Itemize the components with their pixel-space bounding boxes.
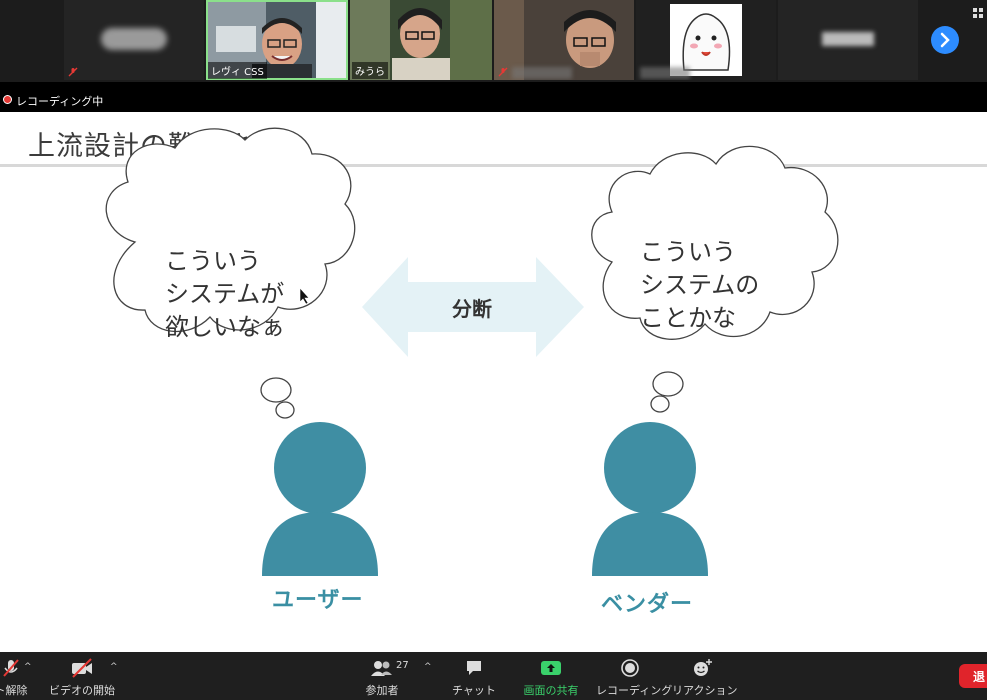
chat-label: チャット [452, 684, 496, 697]
blurred-name [640, 67, 690, 79]
participant-strip: レヴィ CSS みうら [0, 0, 987, 82]
user-label: ユーザー [272, 588, 364, 613]
participant-name: みうら [352, 62, 388, 79]
participant-tile[interactable] [64, 0, 204, 80]
share-screen-icon [541, 661, 561, 675]
record-icon [621, 659, 639, 677]
unmute-button[interactable]: ト解除 [0, 652, 36, 700]
participant-tile[interactable]: みうら [350, 0, 492, 80]
share-screen-button[interactable]: 画面の共有 [518, 652, 584, 700]
leave-meeting-button[interactable]: 退 [959, 664, 987, 688]
participants-count: 27 [396, 660, 409, 671]
left-bubble-text: こういう システムが 欲しいなぁ [165, 247, 285, 341]
recording-label: レコーディング中 [16, 95, 104, 108]
participant-tile-active[interactable]: レヴィ CSS [206, 0, 348, 80]
arrow-label: 分断 [452, 297, 492, 321]
record-label: レコーディング [596, 684, 673, 697]
participant-name: レヴィ CSS [208, 62, 267, 79]
blurred-name [101, 28, 167, 50]
unmute-label: ト解除 [0, 684, 28, 697]
chat-button[interactable]: チャット [448, 652, 500, 700]
start-video-button[interactable]: ビデオの開始 [48, 652, 116, 700]
grid-view-icon[interactable] [973, 8, 983, 18]
next-participants-button[interactable] [931, 26, 959, 54]
participant-tile[interactable] [636, 0, 776, 80]
audio-options-caret-icon[interactable]: ^ [24, 662, 32, 672]
user-person-icon [262, 422, 378, 576]
recording-icon [3, 95, 12, 104]
meeting-toolbar: ト解除 ^ ビデオの開始 ^ 27 参加者 ^ チャット [0, 652, 987, 700]
right-bubble-text: こういう システムの ことかな [640, 238, 760, 332]
video-off-icon [72, 658, 92, 678]
blurred-name [512, 67, 572, 79]
mic-muted-icon [498, 67, 508, 77]
participants-label: 参加者 [365, 684, 399, 697]
participant-tile[interactable] [494, 0, 634, 80]
reactions-button[interactable]: リアクション [672, 652, 738, 700]
slide-graphics [105, 127, 839, 576]
participants-button[interactable]: 27 参加者 [352, 652, 412, 700]
vendor-label: ベンダー [601, 592, 694, 617]
blurred-name [822, 32, 874, 46]
mic-muted-icon [68, 67, 78, 77]
chevron-right-icon [940, 32, 950, 48]
leave-label: 退 [973, 670, 986, 684]
emoji-reaction-icon [694, 659, 712, 676]
vendor-person-icon [592, 422, 708, 576]
video-options-caret-icon[interactable]: ^ [110, 662, 118, 672]
recording-bar: レコーディング中 [0, 82, 987, 112]
participants-icon [371, 661, 392, 676]
share-screen-label: 画面の共有 [523, 684, 579, 697]
start-video-label: ビデオの開始 [49, 684, 115, 697]
record-button[interactable]: レコーディング [596, 652, 673, 700]
shared-screen-slide: 上流設計の難しさ こういう システムが 欲しいなぁ こういう システムの ことか… [0, 112, 987, 652]
participant-tile[interactable] [778, 0, 918, 80]
participants-options-caret-icon[interactable]: ^ [424, 662, 432, 672]
mic-muted-icon [3, 659, 19, 677]
chat-icon [467, 661, 481, 675]
reactions-label: リアクション [672, 684, 738, 697]
